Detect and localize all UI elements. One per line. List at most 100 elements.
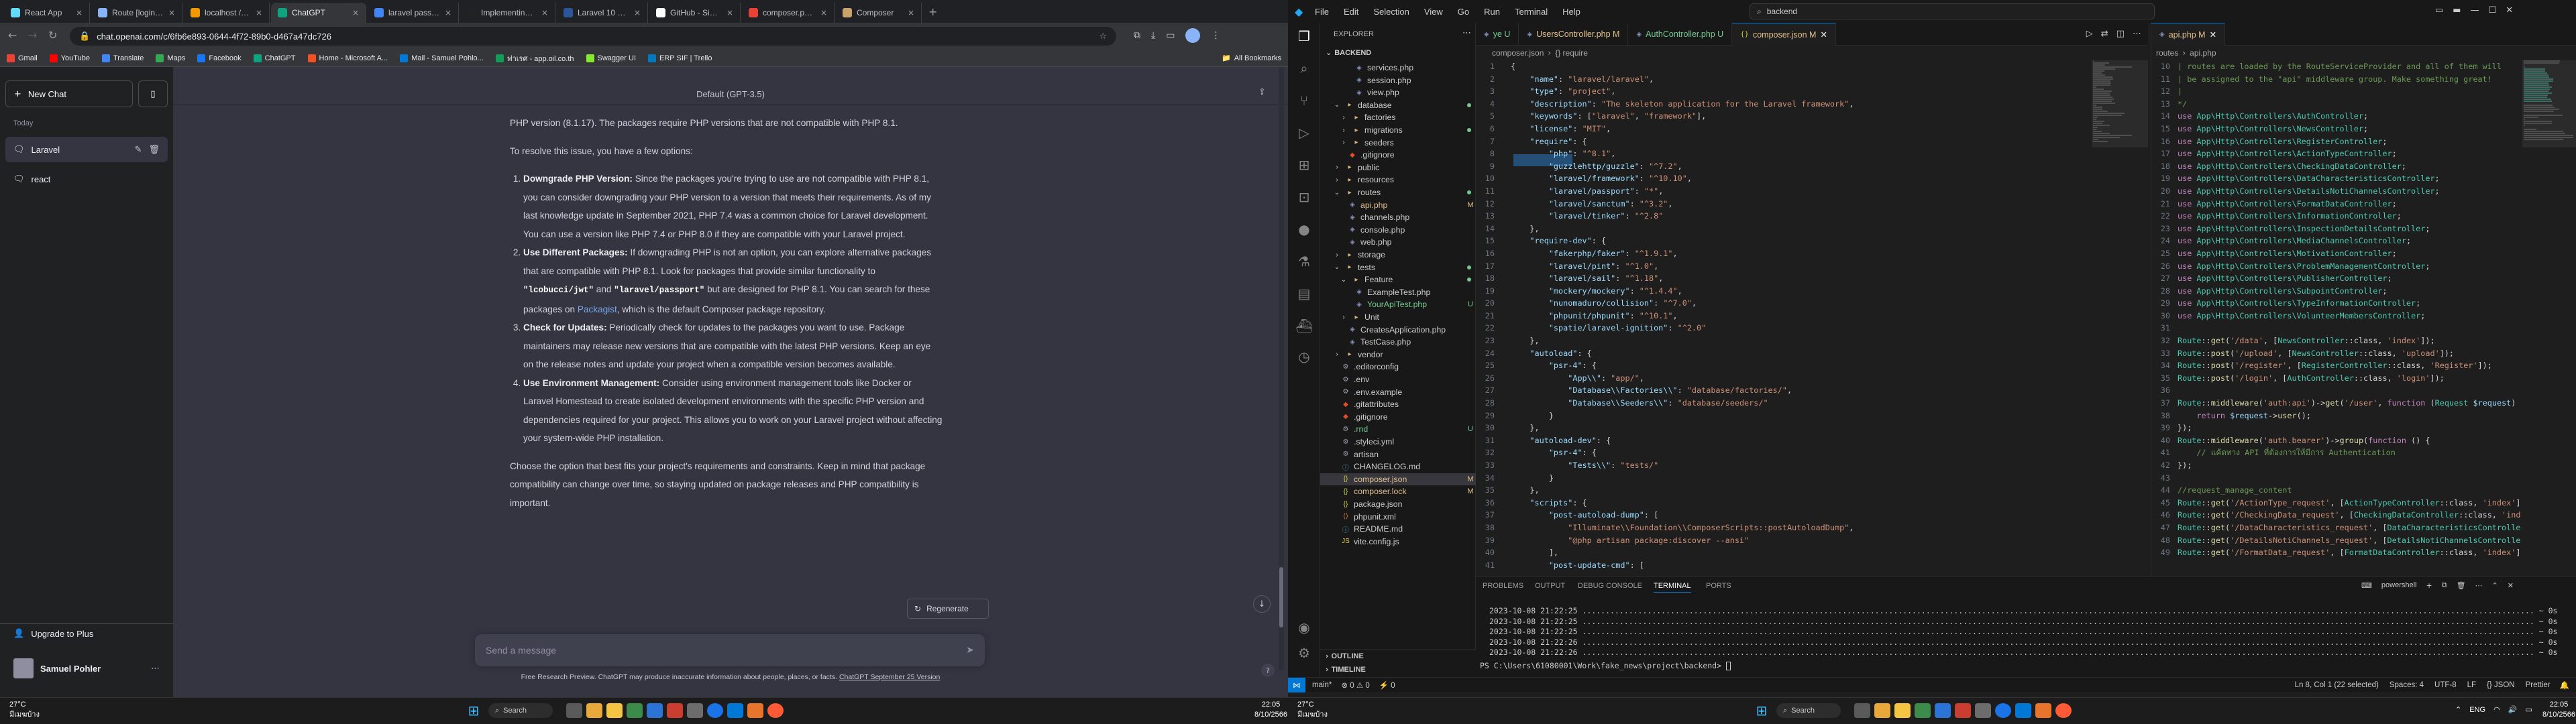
browser-tab[interactable]: Laravel 10 REST ... × xyxy=(557,3,648,23)
vscode-icon[interactable] xyxy=(2015,703,2031,718)
remote-indicator-icon[interactable]: ⋈ xyxy=(1288,677,1305,692)
file-item[interactable]: ⚙ .env xyxy=(1320,373,1476,385)
browser-tab[interactable]: GitHub - SinghD... × xyxy=(649,3,741,23)
account-icon[interactable]: ◉ xyxy=(1296,619,1312,636)
more-icon[interactable]: ⋯ xyxy=(151,664,160,674)
reload-icon[interactable]: ↻ xyxy=(48,29,57,42)
app-icon[interactable] xyxy=(687,703,703,718)
code-editor-api[interactable]: | routes are loaded by the RouteServiceP… xyxy=(2178,60,2521,577)
release-notes-link[interactable]: ChatGPT September 25 Version xyxy=(839,673,940,681)
start-icon[interactable]: ⊞ xyxy=(1754,703,1770,719)
file-item[interactable]: ⚙ .env.example xyxy=(1320,386,1476,398)
editor-tab[interactable]: ◈ UsersController.php M xyxy=(1519,23,1629,46)
folder-item[interactable]: ⌄ ▸ tests xyxy=(1320,261,1476,274)
start-icon[interactable]: ⊞ xyxy=(466,703,482,719)
status-item[interactable]: Spaces: 4 xyxy=(2390,681,2424,689)
breadcrumb-item[interactable]: api.php xyxy=(2190,48,2216,58)
add-terminal-icon[interactable]: + xyxy=(2426,581,2432,590)
taskbar-search[interactable]: ⌕ Search xyxy=(488,703,553,718)
close-icon[interactable]: × xyxy=(76,8,83,17)
panel-tab-debug-console[interactable]: DEBUG CONSOLE xyxy=(1578,582,1642,590)
split-editor-icon[interactable]: ◫ xyxy=(2116,29,2125,39)
split-terminal-icon[interactable]: ⧉ xyxy=(2442,581,2447,590)
packagist-link[interactable]: Packagist xyxy=(578,304,617,314)
postman-icon[interactable] xyxy=(767,703,784,718)
sidebar-panel-icon[interactable]: ▭ xyxy=(1166,30,1175,41)
browser-tab[interactable]: ChatGPT × xyxy=(271,3,366,23)
account-menu[interactable]: Samuel Pohler ⋯ xyxy=(5,656,168,681)
star-icon[interactable]: ☆ xyxy=(1099,32,1107,42)
file-item[interactable]: ⓘ CHANGELOG.md xyxy=(1320,461,1476,473)
file-item[interactable]: ◈ TestCase.php xyxy=(1320,336,1476,348)
close-sidebar-button[interactable]: ▯ xyxy=(138,80,168,107)
conversation-item-react[interactable]: 🗨 react xyxy=(5,166,168,192)
bookmark-item[interactable]: ฟาเรศ - app.oil.co.th xyxy=(495,52,574,64)
folder-item[interactable]: › ▸ seeders xyxy=(1320,137,1476,149)
menu-view[interactable]: View xyxy=(1424,7,1443,17)
editor-tab[interactable]: ◈ AuthController.php U xyxy=(1628,23,1733,46)
profile-avatar[interactable] xyxy=(1185,28,1201,43)
bookmark-item[interactable]: Mail - Samuel Pohlo... xyxy=(400,54,484,62)
weather-widget[interactable]: 27°C มีเมฆบ้าง xyxy=(1297,700,1328,720)
breadcrumb-item[interactable]: composer.json xyxy=(1492,48,1544,58)
folder-item[interactable]: ⌄ ▸ Feature xyxy=(1320,274,1476,286)
menu-go[interactable]: Go xyxy=(1458,7,1469,17)
code-editor-composer[interactable]: { "name": "laravel/laravel", "type": "pr… xyxy=(1511,60,2081,577)
scroll-down-icon[interactable]: ↓ xyxy=(1253,595,1271,613)
status-item[interactable]: Prettier xyxy=(2526,681,2551,689)
close-icon[interactable]: × xyxy=(445,8,451,17)
status-item[interactable]: {} JSON xyxy=(2487,681,2515,689)
postman-icon[interactable] xyxy=(2055,703,2072,718)
minimap[interactable] xyxy=(2522,60,2576,570)
settings-icon[interactable]: ⚙ xyxy=(1296,645,1312,661)
close-icon[interactable]: × xyxy=(256,8,262,17)
chat-scrollbar-thumb[interactable] xyxy=(1279,567,1283,627)
run-debug-icon[interactable]: ▷ xyxy=(1296,125,1312,141)
app-icon[interactable] xyxy=(627,703,643,718)
terminal-shell-label[interactable]: powershell xyxy=(2381,581,2417,589)
edit-icon[interactable]: ✎ xyxy=(135,145,142,155)
file-item[interactable]: ◈ view.php xyxy=(1320,86,1476,99)
browser-tab[interactable]: composer.php - t... × xyxy=(742,3,835,23)
maximize-panel-icon[interactable]: ⌃ xyxy=(2492,581,2498,590)
trash-icon[interactable]: 🗑 xyxy=(2457,581,2466,590)
share-icon[interactable]: ⇪ xyxy=(1258,87,1266,97)
bookmark-item[interactable]: Translate xyxy=(101,54,144,62)
file-explorer-icon[interactable] xyxy=(1894,703,1911,718)
panel-tab-problems[interactable]: PROBLEMS xyxy=(1483,582,1523,590)
source-control-icon[interactable]: ⑂ xyxy=(1296,93,1312,109)
terminal-output[interactable]: 2023-10-08 21:22:25 ....................… xyxy=(1489,606,2557,658)
minimap-slider[interactable] xyxy=(2092,60,2148,147)
message-input[interactable]: Send a message ➤ xyxy=(475,634,985,666)
bookmark-item[interactable]: Swagger UI xyxy=(586,54,636,62)
editor-tab[interactable]: {} composer.json M ✕ xyxy=(1732,23,1836,46)
file-item[interactable]: ◈ session.php xyxy=(1320,74,1476,86)
file-item[interactable]: ⚙ .styleci.yml xyxy=(1320,436,1476,448)
bookmark-item[interactable]: YouTube xyxy=(49,54,90,62)
panel-tab-output[interactable]: OUTPUT xyxy=(1535,582,1565,590)
file-item[interactable]: {} composer.json M xyxy=(1320,473,1476,485)
folder-item[interactable]: › ▸ public xyxy=(1320,162,1476,174)
battery-icon[interactable]: ▭ xyxy=(2525,705,2532,714)
file-item[interactable]: ◈ ExampleTest.php xyxy=(1320,286,1476,298)
file-item[interactable]: ⓘ README.md xyxy=(1320,523,1476,535)
menu-selection[interactable]: Selection xyxy=(1373,7,1409,17)
file-item[interactable]: ⚙ artisan xyxy=(1320,448,1476,461)
widgets-icon[interactable] xyxy=(1874,703,1890,718)
close-icon[interactable]: × xyxy=(634,8,641,17)
run-icon[interactable]: ▷ xyxy=(2086,29,2093,39)
taskbar-search[interactable]: ⌕ Search xyxy=(1776,703,1841,718)
app-icon[interactable] xyxy=(1915,703,1931,718)
bookmark-item[interactable]: Maps xyxy=(156,54,185,62)
folder-item[interactable]: › ▸ Unit xyxy=(1320,311,1476,323)
extensions-icon[interactable]: ⊞ xyxy=(1296,157,1312,173)
bookmark-item[interactable]: Home - Microsoft A... xyxy=(307,54,388,62)
more-icon[interactable]: ⋯ xyxy=(1462,28,1471,38)
new-chat-button[interactable]: + New Chat xyxy=(5,80,133,107)
minimap-slider[interactable] xyxy=(2522,60,2576,147)
chrome-icon[interactable] xyxy=(1995,703,2011,718)
panel-tab-terminal[interactable]: TERMINAL xyxy=(1654,582,1691,593)
task-view-icon[interactable] xyxy=(566,703,582,718)
file-explorer-icon[interactable] xyxy=(606,703,623,718)
close-icon[interactable]: × xyxy=(541,8,548,17)
